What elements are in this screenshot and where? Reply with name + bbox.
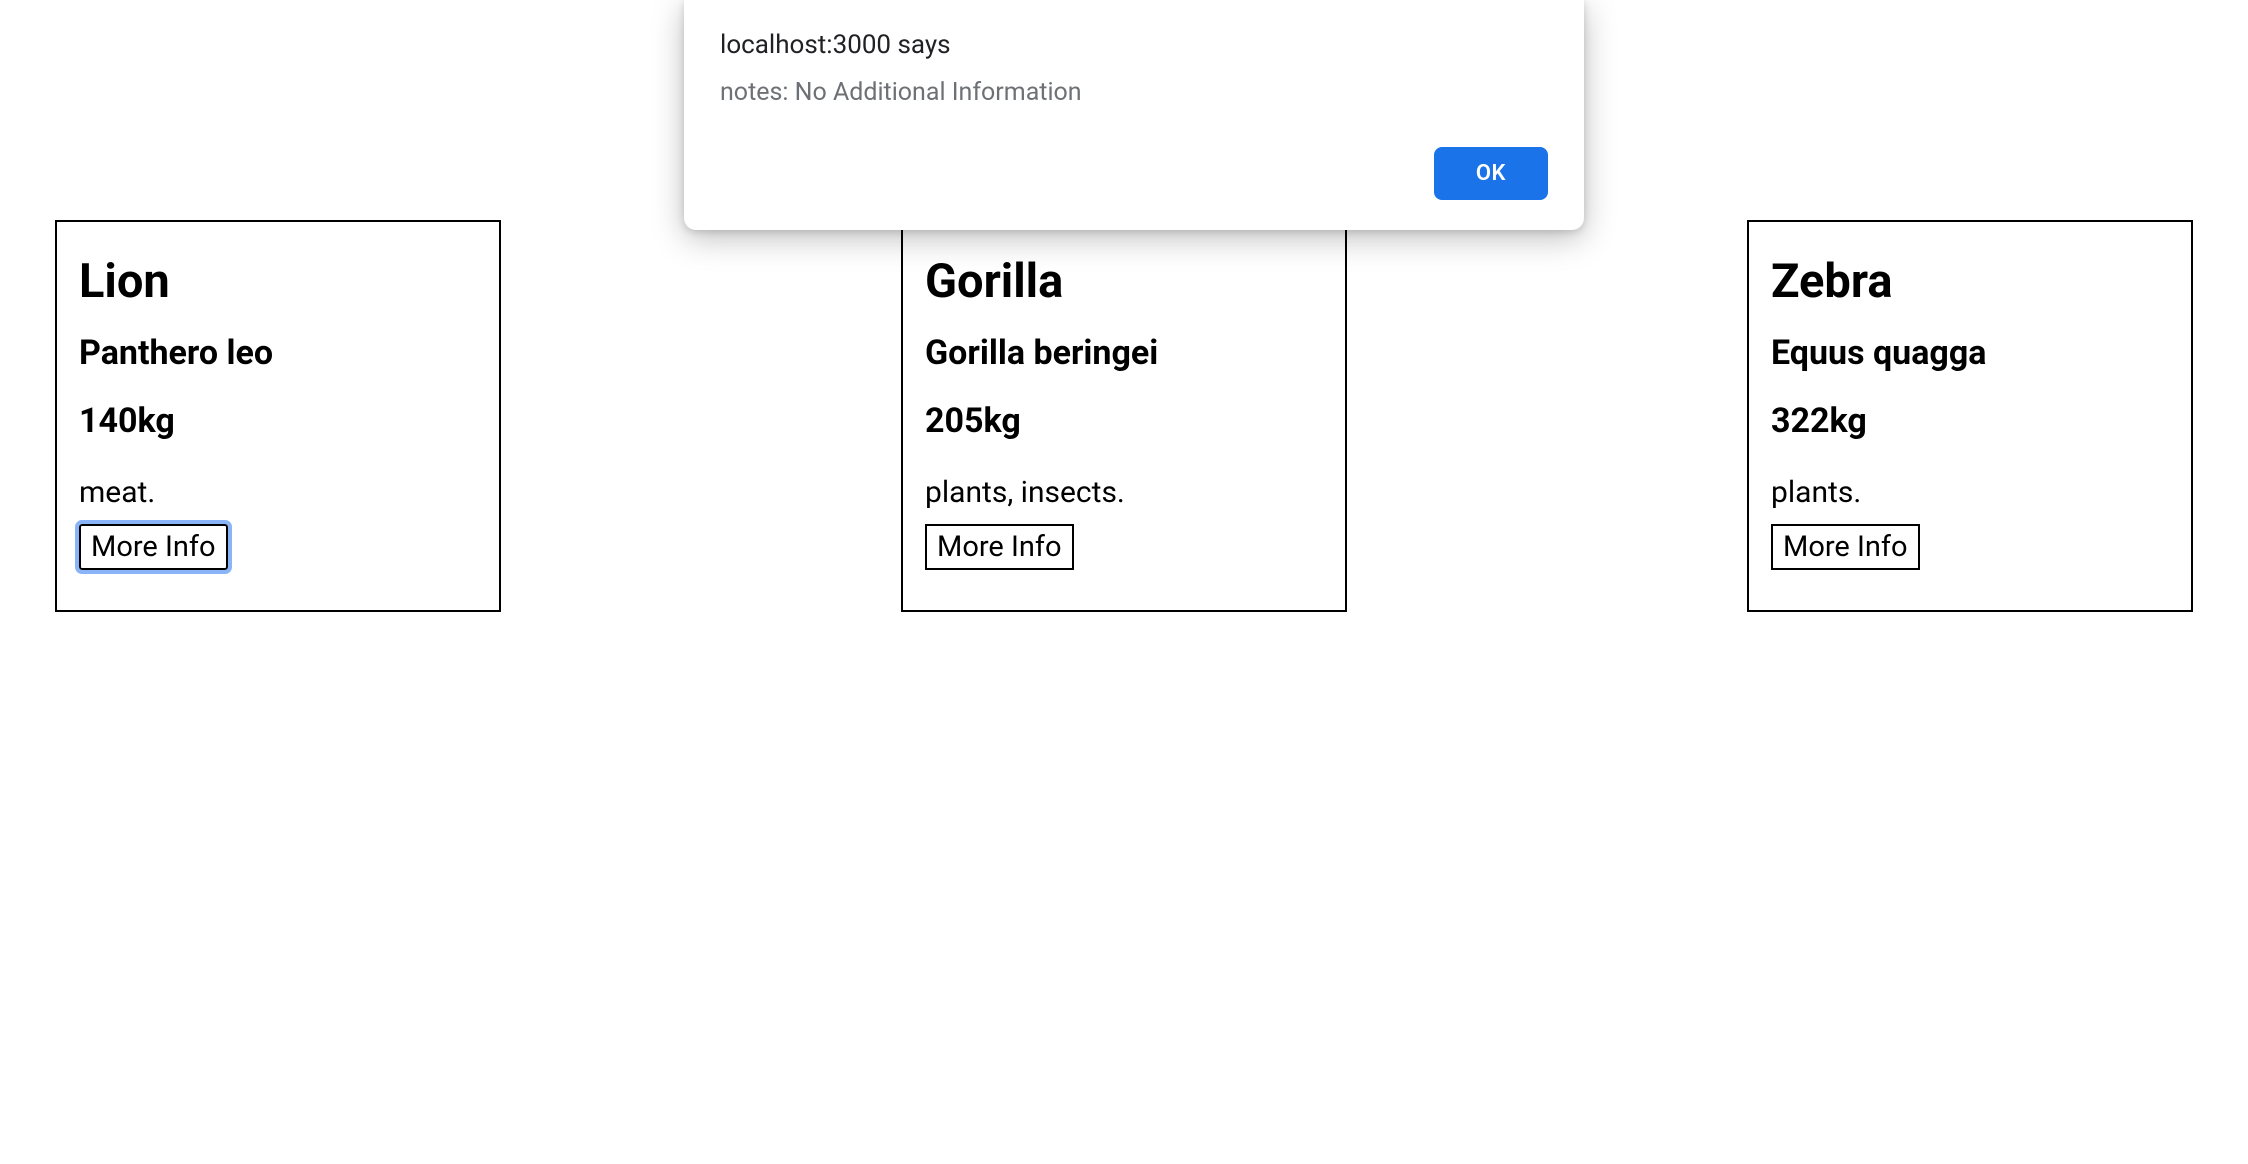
more-info-button[interactable]: More Info — [1771, 524, 1920, 570]
animal-name: Zebra — [1771, 254, 2169, 309]
animal-card-gorilla: Gorilla Gorilla beringei 205kg plants, i… — [901, 220, 1347, 612]
more-info-button[interactable]: More Info — [79, 524, 228, 570]
alert-dialog: localhost:3000 says notes: No Additional… — [684, 0, 1584, 230]
animal-name: Gorilla — [925, 254, 1323, 309]
alert-actions: OK — [720, 147, 1548, 200]
animal-diet: plants. — [1771, 475, 2169, 510]
animal-diet: plants, insects. — [925, 475, 1323, 510]
animal-weight: 205kg — [925, 401, 1323, 441]
alert-message: notes: No Additional Information — [720, 78, 1548, 107]
alert-title: localhost:3000 says — [720, 30, 1548, 60]
animal-weight: 140kg — [79, 401, 477, 441]
animal-weight: 322kg — [1771, 401, 2169, 441]
animal-name: Lion — [79, 254, 477, 309]
animal-scientific-name: Panthero leo — [79, 333, 477, 373]
animal-card-zebra: Zebra Equus quagga 322kg plants. More In… — [1747, 220, 2193, 612]
animal-diet: meat. — [79, 475, 477, 510]
animal-scientific-name: Equus quagga — [1771, 333, 2169, 373]
more-info-button[interactable]: More Info — [925, 524, 1074, 570]
animal-scientific-name: Gorilla beringei — [925, 333, 1323, 373]
animal-card-lion: Lion Panthero leo 140kg meat. More Info — [55, 220, 501, 612]
alert-ok-button[interactable]: OK — [1434, 147, 1548, 200]
